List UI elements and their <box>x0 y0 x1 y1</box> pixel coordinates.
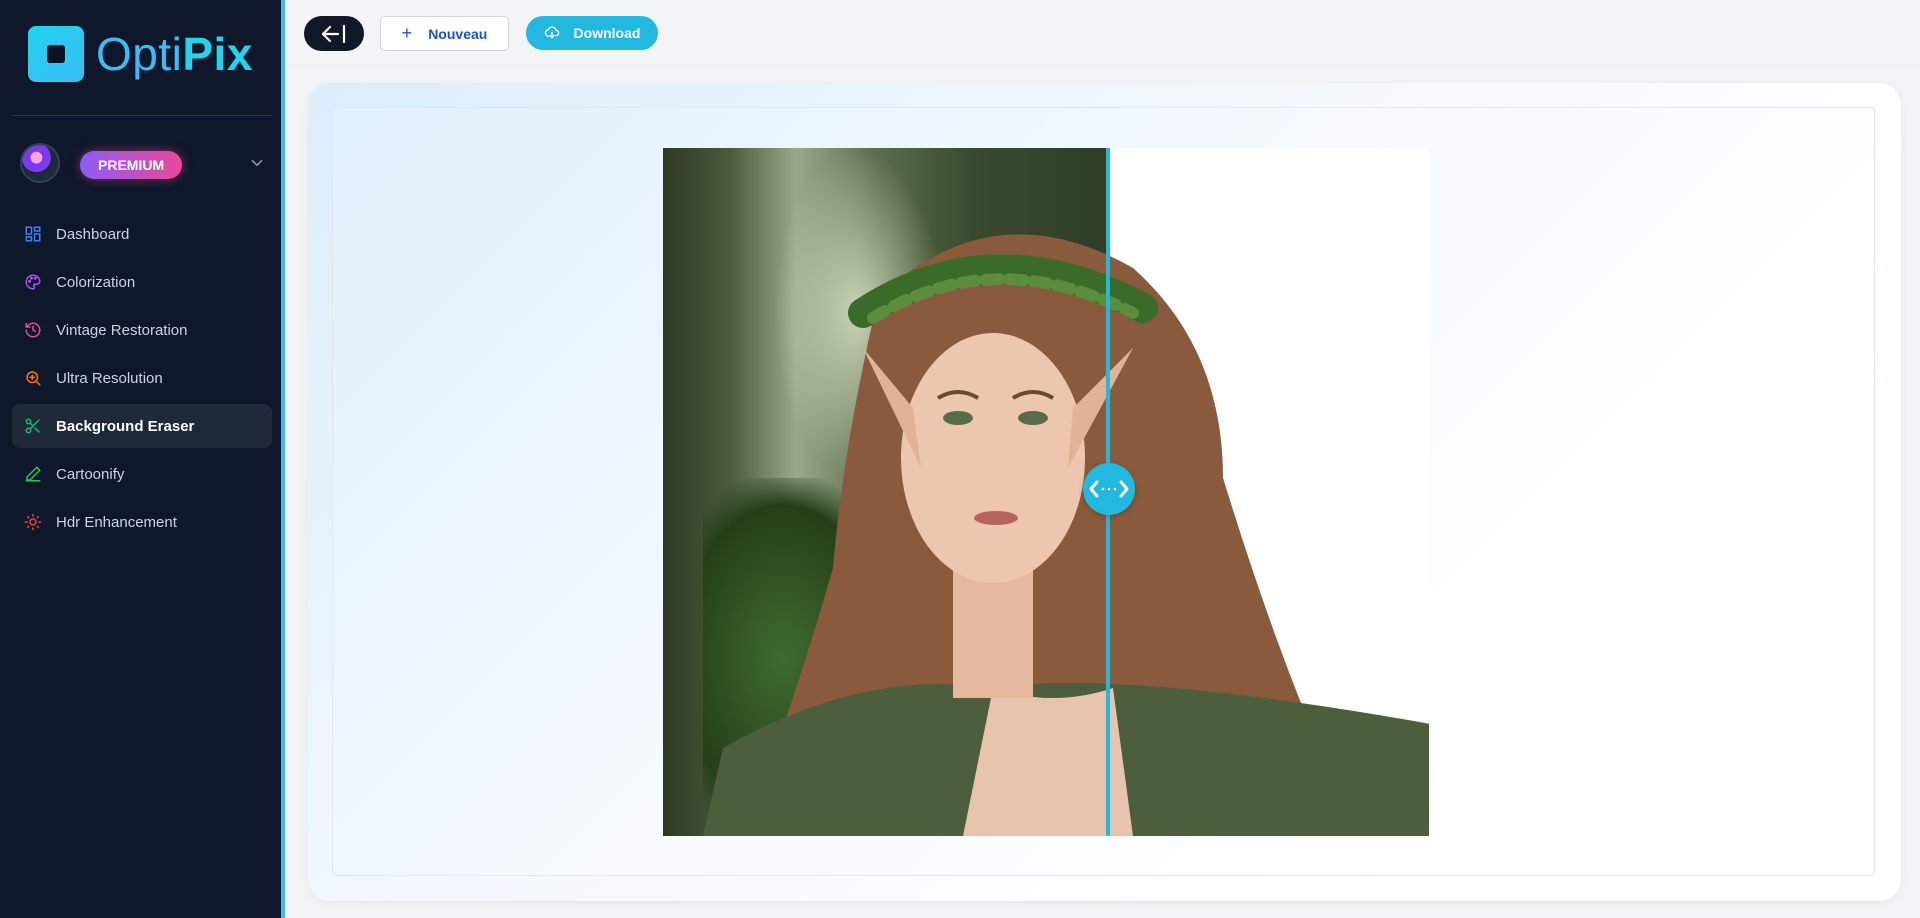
cloud-download-icon <box>544 26 559 39</box>
sidebar-item-ultra-resolution[interactable]: Ultra Resolution <box>12 356 272 400</box>
plus-icon: + <box>401 23 413 43</box>
palette-icon <box>25 274 41 290</box>
new-button[interactable]: + Nouveau <box>380 16 509 51</box>
brand-name-part1: Opti <box>96 28 183 80</box>
arrow-left-bar-icon <box>321 24 346 43</box>
logo-icon <box>28 26 84 82</box>
brand-name-part2: Pix <box>182 28 253 80</box>
sidebar-item-label: Hdr Enhancement <box>56 513 177 531</box>
avatar[interactable] <box>20 143 60 183</box>
arrows-horizontal-icon <box>1089 480 1129 498</box>
collapse-sidebar-button[interactable] <box>304 16 364 51</box>
sidebar-item-label: Ultra Resolution <box>56 369 163 387</box>
sidebar-item-label: Colorization <box>56 273 136 291</box>
main-panel <box>308 83 1901 901</box>
image-frame <box>332 107 1875 876</box>
subject-before-illustration <box>703 234 1107 836</box>
sidebar-item-label: Background Eraser <box>56 417 195 435</box>
new-button-label: Nouveau <box>428 25 488 42</box>
chevron-down-icon[interactable] <box>248 154 266 172</box>
sidebar-item-vintage-restoration[interactable]: Vintage Restoration <box>12 308 272 352</box>
sidebar-item-label: Cartoonify <box>56 465 125 483</box>
sidebar-nav: Dashboard Colorization Vintage Restorati… <box>12 212 272 548</box>
sun-icon <box>24 513 42 531</box>
user-menu[interactable]: PREMIUM <box>20 142 268 186</box>
sidebar-divider <box>12 115 272 116</box>
download-button[interactable]: Download <box>526 16 658 50</box>
zoom-in-icon <box>26 371 41 386</box>
before-after-comparison[interactable] <box>663 148 1429 836</box>
grid-icon <box>25 226 41 242</box>
brand-name: OptiPix <box>96 31 253 77</box>
sidebar-item-background-eraser[interactable]: Background Eraser <box>12 404 272 448</box>
sidebar-item-cartoonify[interactable]: Cartoonify <box>12 452 272 496</box>
sidebar-item-label: Vintage Restoration <box>56 321 188 339</box>
sidebar-item-label: Dashboard <box>56 225 130 243</box>
plan-badge: PREMIUM <box>80 151 183 179</box>
app-logo[interactable]: OptiPix <box>28 26 253 82</box>
sidebar-item-dashboard[interactable]: Dashboard <box>12 212 272 256</box>
download-button-label: Download <box>573 25 641 41</box>
top-toolbar: + Nouveau Download <box>289 0 1920 66</box>
sidebar-item-hdr-enhancement[interactable]: Hdr Enhancement <box>12 500 272 544</box>
scissors-icon <box>25 418 40 434</box>
sidebar: OptiPix PREMIUM Dashboard Colorization V… <box>0 0 285 918</box>
history-icon <box>25 322 41 338</box>
pen-icon <box>25 466 41 482</box>
sidebar-item-colorization[interactable]: Colorization <box>12 260 272 304</box>
before-image <box>663 148 1107 836</box>
comparison-slider-handle[interactable] <box>1083 463 1135 515</box>
